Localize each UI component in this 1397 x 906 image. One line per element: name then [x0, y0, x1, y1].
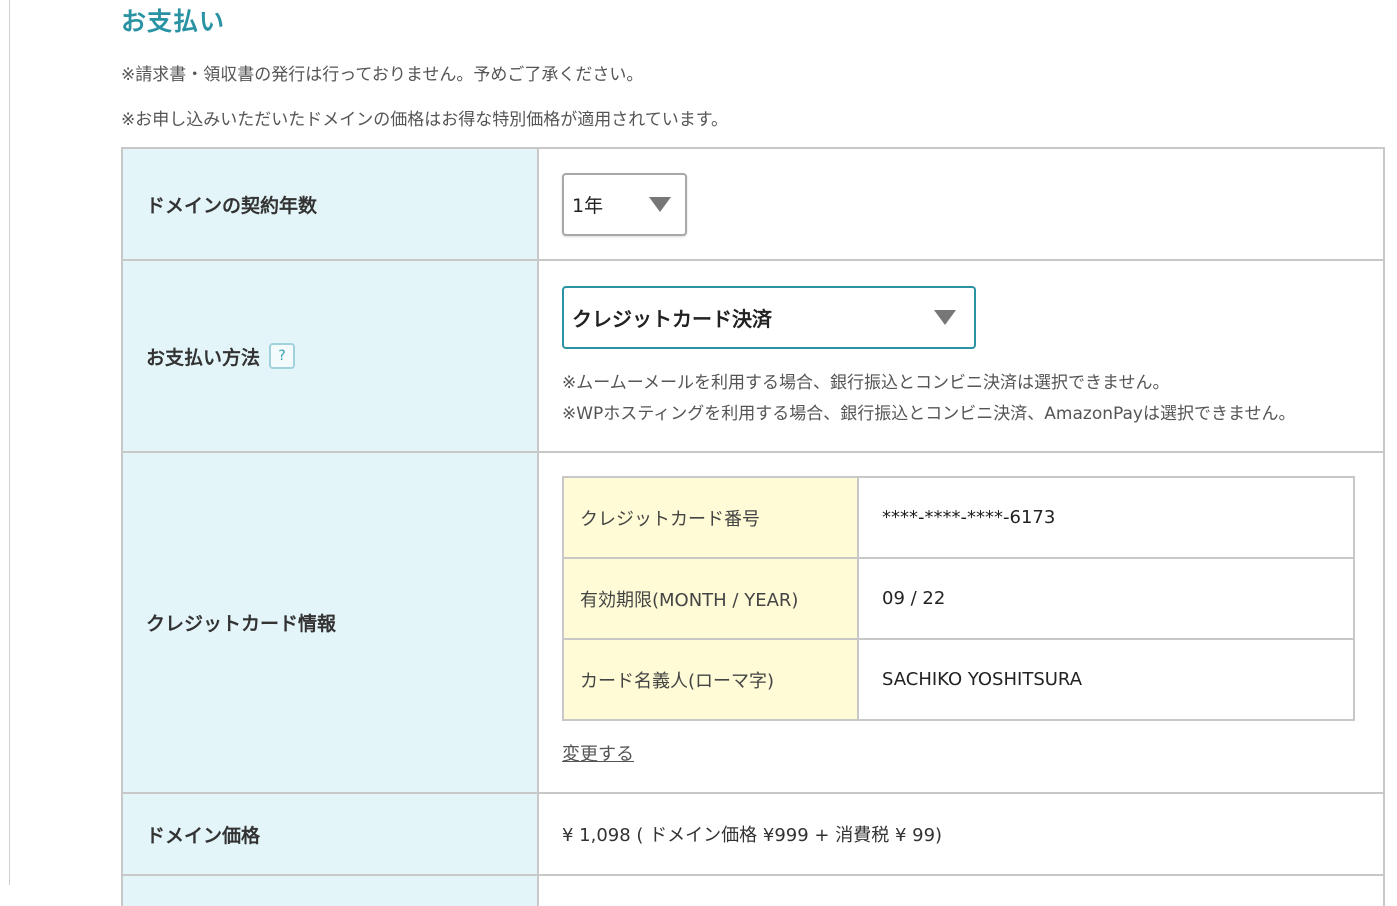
- card-number-row: クレジットカード番号 ****-****-****-6173: [564, 478, 1353, 559]
- invoice-note: ※請求書・領収書の発行は行っておりません。予めご了承ください。: [121, 65, 644, 85]
- payment-method-value: クレジットカード決済: [572, 307, 772, 331]
- payment-method-note-mail: ※ムームーメールを利用する場合、銀行振込とコンビニ決済は選択できません。: [562, 373, 1170, 393]
- payment-method-note-wp: ※WPホスティングを利用する場合、銀行振込とコンビニ決済、AmazonPayは選…: [562, 404, 1296, 424]
- contract-years-value: 1年: [572, 195, 604, 217]
- card-number-value: ****-****-****-6173: [882, 507, 1056, 528]
- payment-form-table: ドメインの契約年数 1年 お支払い方法 ? クレジットカード決済 ※ムームーメー…: [121, 147, 1385, 906]
- domain-price-label: ドメイン価格: [123, 794, 539, 874]
- triangle-down-icon: [649, 197, 671, 212]
- payment-method-label: お支払い方法: [146, 346, 261, 369]
- credit-card-row: クレジットカード情報 クレジットカード番号 ****-****-****-617…: [123, 453, 1383, 794]
- change-card-link[interactable]: 変更する: [562, 740, 634, 766]
- page-frame-border: [9, 0, 10, 885]
- price-note: ※お申し込みいただいたドメインの価格はお得な特別価格が適用されています。: [121, 110, 729, 130]
- card-holder-value: SACHIKO YOSHITSURA: [882, 669, 1083, 690]
- payment-method-row: お支払い方法 ? クレジットカード決済 ※ムームーメールを利用する場合、銀行振込…: [123, 261, 1383, 453]
- credit-card-table: クレジットカード番号 ****-****-****-6173 有効期限(MONT…: [562, 476, 1355, 721]
- section-title: お支払い: [121, 7, 226, 36]
- card-holder-label: カード名義人(ローマ字): [564, 640, 859, 719]
- payment-method-select[interactable]: クレジットカード決済: [562, 286, 976, 349]
- domain-price-row: ドメイン価格 ¥ 1,098 ( ドメイン価格 ¥999 + 消費税 ¥ 99): [123, 794, 1383, 876]
- contract-years-select[interactable]: 1年: [562, 173, 687, 236]
- contract-years-row: ドメインの契約年数 1年: [123, 149, 1383, 261]
- triangle-down-icon: [934, 310, 956, 325]
- credit-card-label: クレジットカード情報: [123, 453, 539, 792]
- card-expiry-value: 09 / 22: [882, 588, 946, 609]
- card-expiry-row: 有効期限(MONTH / YEAR) 09 / 22: [564, 559, 1353, 640]
- card-number-label: クレジットカード番号: [564, 478, 859, 557]
- contract-years-label: ドメインの契約年数: [123, 149, 539, 259]
- next-row-partial: [123, 876, 1383, 906]
- domain-price-value: ¥ 1,098 ( ドメイン価格 ¥999 + 消費税 ¥ 99): [562, 825, 943, 846]
- card-expiry-label: 有効期限(MONTH / YEAR): [564, 559, 859, 638]
- card-holder-row: カード名義人(ローマ字) SACHIKO YOSHITSURA: [564, 640, 1353, 719]
- question-icon[interactable]: ?: [269, 343, 296, 369]
